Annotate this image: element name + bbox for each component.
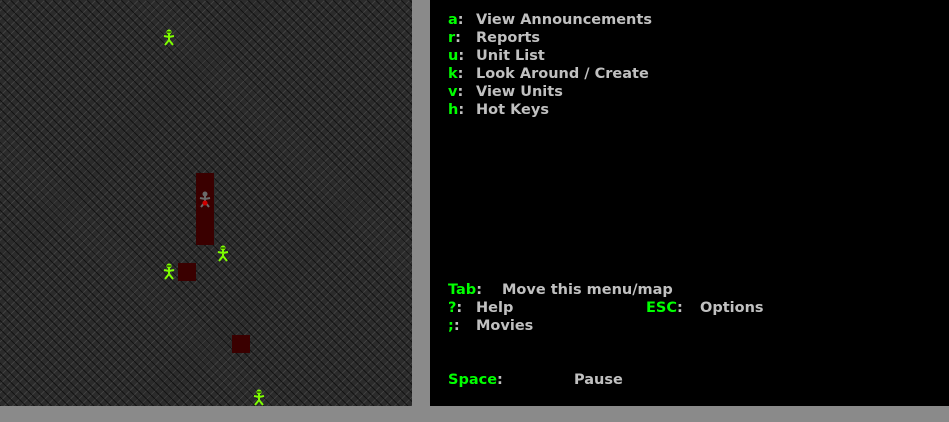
hotkey: ;: bbox=[448, 318, 460, 334]
menu-item-label: View Units bbox=[476, 84, 563, 100]
menu-item-label: Options bbox=[700, 300, 764, 316]
blood-stain bbox=[232, 335, 250, 353]
horizontal-border bbox=[0, 406, 949, 422]
hotkey: r: bbox=[448, 30, 461, 46]
hotkey: u: bbox=[448, 48, 465, 64]
menu-item-label: Unit List bbox=[476, 48, 545, 64]
menu-item-label: Help bbox=[476, 300, 514, 316]
hotkey: ?: bbox=[448, 300, 463, 316]
blood-stain bbox=[178, 263, 196, 281]
blood-stain bbox=[196, 173, 214, 245]
creature-icon[interactable] bbox=[160, 263, 178, 281]
menu-item-label: Pause bbox=[574, 372, 623, 388]
hotkey: h: bbox=[448, 102, 465, 118]
menu-item-label: Look Around / Create bbox=[476, 66, 649, 82]
hotkey: Space: bbox=[448, 372, 503, 388]
menu-item-label: Movies bbox=[476, 318, 534, 334]
vertical-border bbox=[412, 0, 430, 406]
creature-icon[interactable] bbox=[214, 245, 232, 263]
menu-item-label: Reports bbox=[476, 30, 541, 46]
hotkey: ESC: bbox=[646, 300, 683, 316]
hotkey: v: bbox=[448, 84, 464, 100]
menu-item-label: Move this menu/map bbox=[502, 282, 673, 298]
creature-icon[interactable] bbox=[160, 29, 178, 47]
menu-item-label: View Announcements bbox=[476, 12, 652, 28]
hotkey: k: bbox=[448, 66, 464, 82]
menu-item-label: Hot Keys bbox=[476, 102, 549, 118]
main-menu-panel: a: View Announcements r: Reports u: Unit… bbox=[430, 0, 949, 406]
hotkey: a: bbox=[448, 12, 464, 28]
hotkey: Tab: bbox=[448, 282, 482, 298]
creature-icon[interactable] bbox=[250, 389, 268, 406]
wounded-creature-icon[interactable] bbox=[196, 191, 214, 209]
game-map[interactable] bbox=[0, 0, 412, 406]
